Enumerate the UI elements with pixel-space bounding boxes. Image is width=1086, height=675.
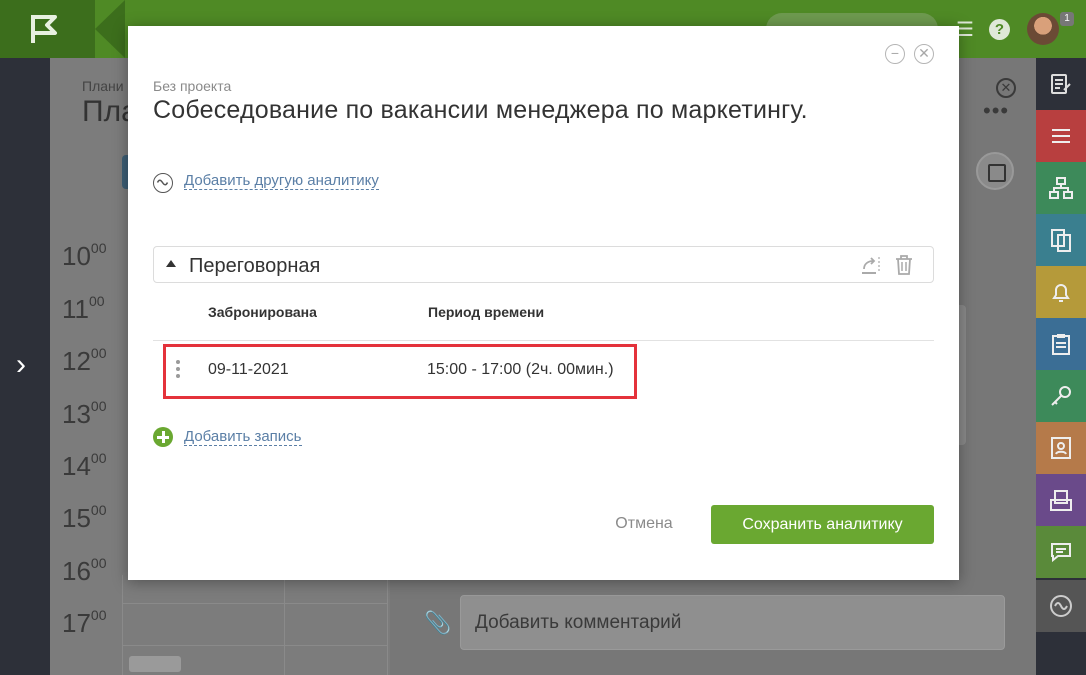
hour-label: 1600 <box>62 555 107 586</box>
collapse-caret-icon[interactable] <box>166 260 176 267</box>
section-title: Переговорная <box>189 255 321 277</box>
notification-badge: 1 <box>1060 12 1074 26</box>
hour-label: 1300 <box>62 398 107 429</box>
avatar[interactable] <box>1027 13 1059 45</box>
inbox-icon[interactable] <box>1036 474 1086 526</box>
column-header-period: Период времени <box>428 304 545 320</box>
add-analytic-link[interactable]: Добавить другую аналитику <box>184 172 379 190</box>
grid-line <box>122 575 123 675</box>
key-icon[interactable] <box>1036 370 1086 422</box>
hour-label: 1500 <box>62 502 107 533</box>
side-panel <box>958 305 966 445</box>
help-icon[interactable]: ? <box>989 19 1010 40</box>
add-record-link[interactable]: Добавить запись <box>184 428 302 446</box>
cancel-button[interactable]: Отмена <box>598 505 690 543</box>
analytics-wave-icon[interactable] <box>1036 580 1086 632</box>
hour-label: 1200 <box>62 345 107 376</box>
hierarchy-icon[interactable] <box>1036 162 1086 214</box>
grid-line <box>387 575 388 675</box>
hour-label: 1700 <box>62 607 107 638</box>
analytics-modal: − ✕ Без проекта Собеседование по ваканси… <box>128 26 959 580</box>
minimize-icon[interactable]: − <box>885 44 905 64</box>
scrollbar-thumb[interactable] <box>129 656 181 672</box>
flag-logo-icon <box>31 15 57 43</box>
grid-line <box>122 645 387 646</box>
documents-icon[interactable] <box>1036 214 1086 266</box>
more-options-icon[interactable]: ••• <box>983 98 1009 124</box>
paperclip-icon[interactable]: 📎 <box>424 610 451 636</box>
close-icon[interactable]: ✕ <box>996 78 1016 98</box>
save-analytics-button[interactable]: Сохранить аналитику <box>711 505 934 544</box>
move-icon[interactable] <box>860 255 882 275</box>
analytics-wave-icon <box>153 173 173 193</box>
chevron-right-icon[interactable]: › <box>16 348 26 382</box>
section-header[interactable]: Переговорная <box>153 246 934 283</box>
grid-line <box>122 603 387 604</box>
clipboard-icon[interactable] <box>1036 318 1086 370</box>
breadcrumb: Плани <box>82 78 124 94</box>
left-rail: › <box>0 58 50 675</box>
contact-card-icon[interactable] <box>1036 422 1086 474</box>
close-icon[interactable]: ✕ <box>914 44 934 64</box>
hour-label: 1100 <box>62 293 105 324</box>
edit-note-icon[interactable] <box>1036 58 1086 110</box>
hour-label: 1000 <box>62 240 107 271</box>
calendar-icon[interactable] <box>976 152 1014 190</box>
column-header-booked: Забронирована <box>208 304 317 320</box>
chat-icon[interactable] <box>1036 526 1086 578</box>
app-logo[interactable] <box>0 0 95 58</box>
table-row-period[interactable]: 15:00 - 17:00 (2ч. 00мин.) <box>427 361 614 379</box>
comment-input[interactable]: Добавить комментарий <box>460 595 1005 650</box>
project-label: Без проекта <box>153 78 232 94</box>
drag-handle-icon[interactable] <box>176 360 180 381</box>
hour-label: 1400 <box>62 450 107 481</box>
table-row-booked[interactable]: 09-11-2021 <box>208 361 289 379</box>
plus-icon[interactable] <box>153 427 173 447</box>
trash-icon[interactable] <box>894 254 914 276</box>
table-divider <box>153 340 934 341</box>
grid-line <box>284 575 285 675</box>
bell-icon[interactable] <box>1036 266 1086 318</box>
modal-title: Собеседование по вакансии менеджера по м… <box>153 96 808 124</box>
nav-arrow <box>95 0 125 58</box>
list-icon[interactable] <box>1036 110 1086 162</box>
